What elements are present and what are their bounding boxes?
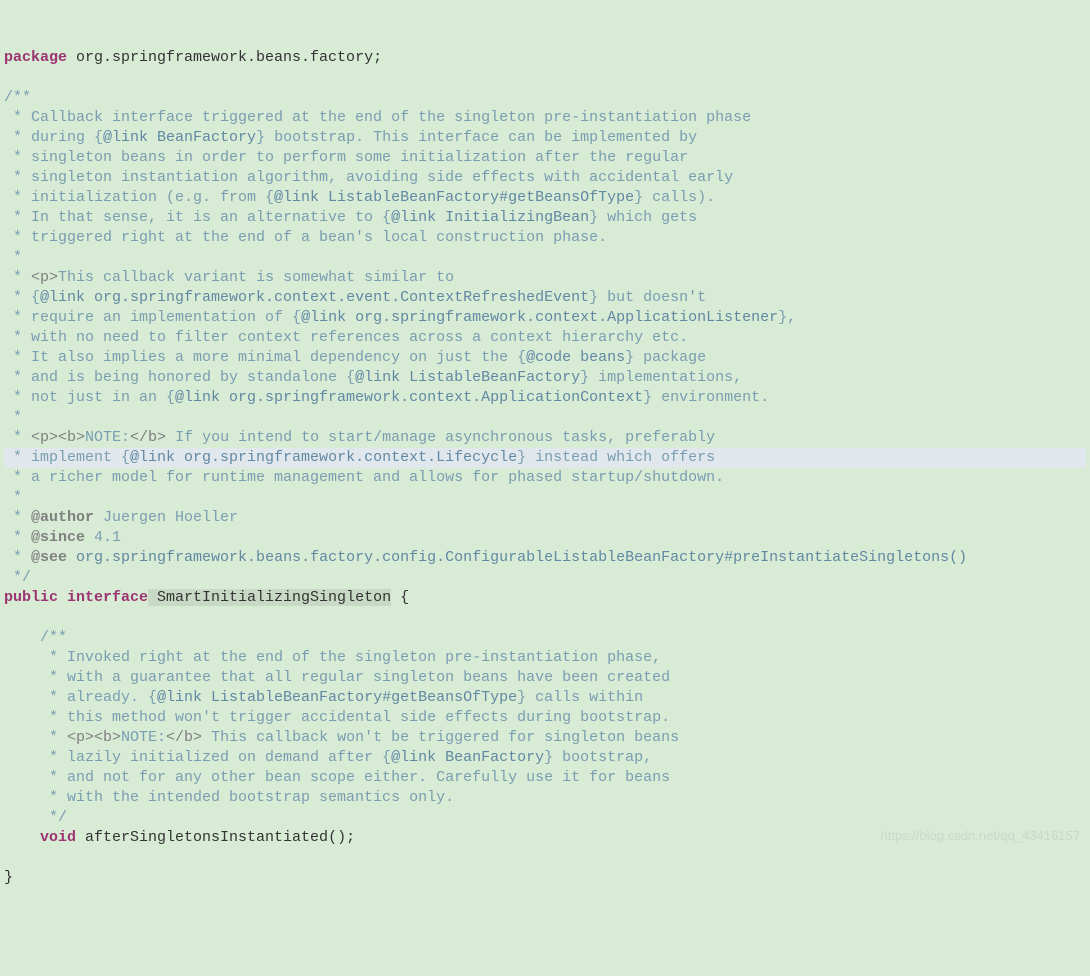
javadoc-line: This callback variant is somewhat simila… [58, 269, 454, 286]
javadoc-link: @link org.springframework.context.event.… [40, 289, 589, 306]
keyword-package: package [4, 49, 67, 66]
javadoc-line: * Callback interface triggered at the en… [4, 109, 751, 126]
method-javadoc-line: * this method won't trigger accidental s… [4, 709, 670, 726]
javadoc-line: }, [778, 309, 796, 326]
javadoc-line: If you intend to start/manage asynchrono… [166, 429, 715, 446]
package-name: org.springframework.beans.factory [67, 49, 373, 66]
method-javadoc-line: * already. { [4, 689, 157, 706]
method-parens: (); [328, 829, 355, 846]
html-tag: <p> [31, 269, 58, 286]
html-tag: </b> [130, 429, 166, 446]
since-version: 4.1 [85, 529, 121, 546]
javadoc-line: * triggered right at the end of a bean's… [4, 229, 607, 246]
javadoc-line: * [4, 429, 31, 446]
javadoc-line: } which gets [589, 209, 697, 226]
javadoc-line: * [4, 249, 22, 266]
note-label: NOTE: [85, 429, 130, 446]
method-javadoc-end: */ [4, 809, 67, 826]
keyword-void: void [4, 829, 76, 846]
method-javadoc-line: This callback won't be triggered for sin… [202, 729, 679, 746]
method-javadoc-line: * and not for any other bean scope eithe… [4, 769, 670, 786]
javadoc-line: * and is being honored by standalone { [4, 369, 355, 386]
javadoc-author-tag: @author [31, 509, 94, 526]
javadoc-line: * In that sense, it is an alternative to… [4, 209, 391, 226]
javadoc-link: @link ListableBeanFactory#getBeansOfType [157, 689, 517, 706]
javadoc-link: @link ListableBeanFactory#getBeansOfType [274, 189, 634, 206]
method-javadoc-line: * with a guarantee that all regular sing… [4, 669, 670, 686]
javadoc-line: * with no need to filter context referen… [4, 329, 688, 346]
javadoc-line: * initialization (e.g. from { [4, 189, 274, 206]
javadoc-link: @link org.springframework.context.Lifecy… [130, 449, 517, 466]
javadoc-line: } instead which offers [517, 449, 715, 466]
javadoc-line: * singleton beans in order to perform so… [4, 149, 688, 166]
javadoc-line: * during { [4, 129, 103, 146]
javadoc-line: * singleton instantiation algorithm, avo… [4, 169, 733, 186]
javadoc-line: * a richer model for runtime management … [4, 469, 724, 486]
javadoc-line: * { [4, 289, 40, 306]
watermark: https://blog.csdn.net/qq_43416157 [881, 826, 1081, 846]
author-name: Juergen Hoeller [94, 509, 238, 526]
javadoc-see-tag: @see [31, 549, 67, 566]
javadoc-line: * [4, 269, 31, 286]
method-javadoc-line: * [4, 729, 67, 746]
html-tag: <p><b> [67, 729, 121, 746]
method-javadoc-start: /** [4, 629, 67, 646]
open-brace: { [391, 589, 409, 606]
highlighted-line: * implement {@link org.springframework.c… [4, 448, 1086, 468]
javadoc-start: /** [4, 89, 31, 106]
javadoc-line: } but doesn't [589, 289, 706, 306]
javadoc-line: * [4, 529, 31, 546]
javadoc-line: * implement { [4, 449, 130, 466]
interface-name: SmartInitializingSingleton [148, 589, 391, 606]
javadoc-line: * [4, 489, 22, 506]
javadoc-since-tag: @since [31, 529, 85, 546]
method-javadoc-line: } calls within [517, 689, 643, 706]
close-brace: } [4, 869, 13, 886]
method-javadoc-line: * lazily initialized on demand after { [4, 749, 391, 766]
see-reference: org.springframework.beans.factory.config… [67, 549, 967, 566]
html-tag: </b> [166, 729, 202, 746]
javadoc-line: * not just in an { [4, 389, 175, 406]
javadoc-line: } bootstrap. This interface can be imple… [256, 129, 697, 146]
javadoc-link: @link BeanFactory [391, 749, 544, 766]
semicolon: ; [373, 49, 382, 66]
javadoc-end: */ [4, 569, 31, 586]
javadoc-link: @link InitializingBean [391, 209, 589, 226]
html-tag: <p><b> [31, 429, 85, 446]
keyword-interface: interface [58, 589, 148, 606]
code-block: package org.springframework.beans.factor… [4, 48, 1086, 888]
javadoc-line: } package [625, 349, 706, 366]
javadoc-link: @link org.springframework.context.Applic… [301, 309, 778, 326]
note-label: NOTE: [121, 729, 166, 746]
method-name: afterSingletonsInstantiated [76, 829, 328, 846]
javadoc-line: } calls). [634, 189, 715, 206]
javadoc-link: @link ListableBeanFactory [355, 369, 580, 386]
javadoc-link: @link BeanFactory [103, 129, 256, 146]
keyword-public: public [4, 589, 58, 606]
javadoc-line: * require an implementation of { [4, 309, 301, 326]
javadoc-link: @link org.springframework.context.Applic… [175, 389, 643, 406]
method-javadoc-line: * Invoked right at the end of the single… [4, 649, 661, 666]
javadoc-line: * It also implies a more minimal depende… [4, 349, 526, 366]
javadoc-line: * [4, 549, 31, 566]
javadoc-line: * [4, 509, 31, 526]
javadoc-code: @code beans [526, 349, 625, 366]
javadoc-line: * [4, 409, 22, 426]
method-javadoc-line: } bootstrap, [544, 749, 652, 766]
method-javadoc-line: * with the intended bootstrap semantics … [4, 789, 454, 806]
javadoc-line: } implementations, [580, 369, 742, 386]
javadoc-line: } environment. [643, 389, 769, 406]
